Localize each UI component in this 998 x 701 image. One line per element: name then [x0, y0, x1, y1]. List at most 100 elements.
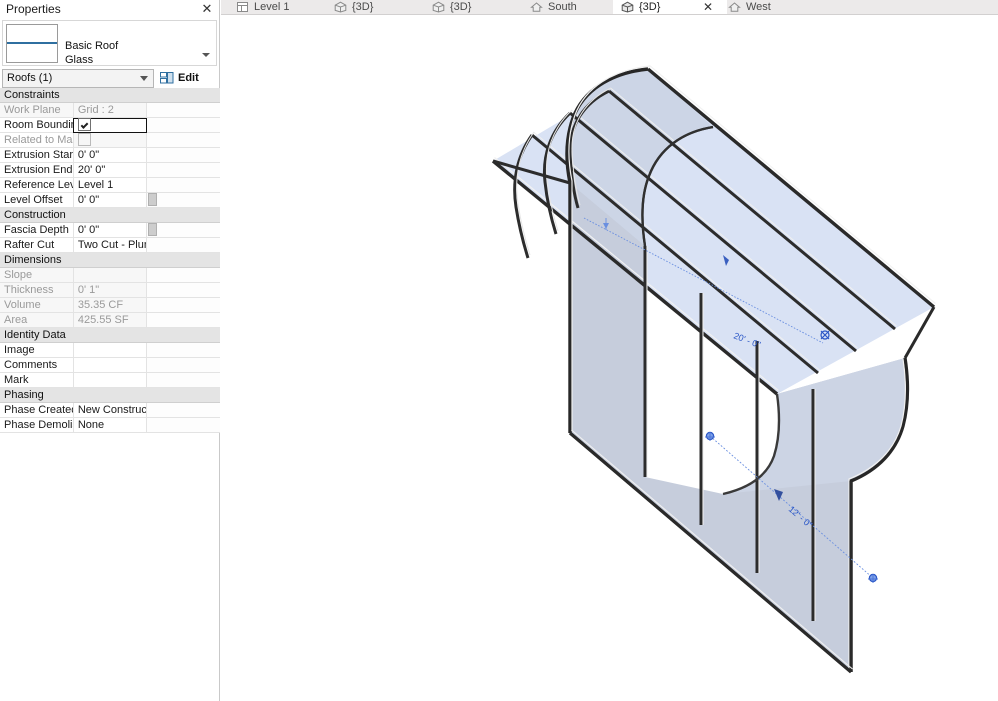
- row-spacer: [147, 178, 220, 193]
- group-label: Construction: [0, 208, 220, 223]
- property-value[interactable]: New Construction: [73, 403, 146, 418]
- property-value[interactable]: Level 1: [73, 178, 146, 193]
- property-group-header[interactable]: Construction: [0, 208, 220, 223]
- tab-3d-2[interactable]: {3D}: [424, 0, 471, 14]
- property-group-header[interactable]: Identity Data: [0, 328, 220, 343]
- view-tab-bar: Level 1 {3D} {3D} South: [221, 0, 998, 15]
- table-row[interactable]: Rafter Cut Two Cut - Plumb: [0, 238, 220, 253]
- type-selector[interactable]: Basic Roof Glass: [2, 20, 217, 66]
- table-row[interactable]: Level Offset 0' 0": [0, 193, 220, 208]
- tab-label: South: [548, 1, 577, 13]
- group-label: Dimensions: [0, 253, 220, 268]
- palette-scroll-thumb-2[interactable]: [148, 223, 157, 236]
- row-spacer: [147, 343, 220, 358]
- table-row[interactable]: Comments: [0, 358, 220, 373]
- tab-label: {3D}: [450, 1, 471, 13]
- property-value: [73, 133, 146, 148]
- house-3d-icon: [432, 1, 445, 13]
- type-name-label: Glass: [65, 53, 118, 67]
- tab-label: West: [746, 1, 771, 13]
- tab-label: Level 1: [254, 1, 289, 13]
- table-row[interactable]: Phase Created New Construction: [0, 403, 220, 418]
- elevation-icon: [728, 1, 741, 13]
- property-key: Rafter Cut: [0, 238, 73, 253]
- table-row[interactable]: Extrusion End 20' 0": [0, 163, 220, 178]
- property-key: Image: [0, 343, 73, 358]
- property-key: Extrusion End: [0, 163, 73, 178]
- properties-table-body: Constraints Work Plane Grid : 2 Room Bou…: [0, 88, 220, 433]
- row-spacer: [147, 118, 220, 133]
- property-key: Room Bounding: [0, 118, 73, 133]
- property-value[interactable]: [73, 343, 146, 358]
- type-family-label: Basic Roof: [65, 39, 118, 53]
- row-spacer[interactable]: [147, 223, 220, 238]
- chevron-down-icon: [140, 76, 148, 81]
- property-key: Phase Created: [0, 403, 73, 418]
- related-to-mass-checkbox: [78, 133, 91, 146]
- row-spacer: [147, 238, 220, 253]
- room-bounding-checkbox[interactable]: [78, 118, 91, 131]
- row-spacer: [147, 373, 220, 388]
- row-spacer: [147, 283, 220, 298]
- property-key: Area: [0, 313, 73, 328]
- property-value[interactable]: Two Cut - Plumb: [73, 238, 146, 253]
- group-label: Constraints: [0, 88, 220, 103]
- table-row: Thickness 0' 1": [0, 283, 220, 298]
- table-row[interactable]: Work Plane Grid : 2: [0, 103, 220, 118]
- edit-type-icon: [160, 72, 174, 84]
- tab-west[interactable]: West: [720, 0, 771, 14]
- tab-label: {3D}: [639, 1, 660, 13]
- close-icon[interactable]: ✕: [200, 1, 214, 17]
- group-label: Identity Data: [0, 328, 220, 343]
- row-spacer: [147, 133, 220, 148]
- property-value[interactable]: 0' 0": [73, 193, 146, 208]
- row-spacer: [147, 148, 220, 163]
- table-row[interactable]: Reference Level Level 1: [0, 178, 220, 193]
- tab-close-icon[interactable]: ✕: [701, 0, 715, 14]
- property-value[interactable]: [73, 358, 146, 373]
- revit-window: Properties ✕ Basic Roof Glass Roofs (1): [0, 0, 998, 701]
- table-row: Volume 35.35 CF: [0, 298, 220, 313]
- roof-render: 20' - 0" 12' - 0": [221, 15, 998, 701]
- table-row[interactable]: Room Bounding: [0, 118, 220, 133]
- table-row[interactable]: Mark: [0, 373, 220, 388]
- glass-barrel-vault-roof: 20' - 0" 12' - 0": [221, 15, 998, 701]
- tab-south[interactable]: South: [522, 0, 577, 14]
- 3d-view-canvas[interactable]: 20' - 0" 12' - 0": [221, 15, 998, 701]
- row-spacer[interactable]: [147, 193, 220, 208]
- property-key: Mark: [0, 373, 73, 388]
- property-group-header[interactable]: Constraints: [0, 88, 220, 103]
- property-group-header[interactable]: Dimensions: [0, 253, 220, 268]
- table-row[interactable]: Phase Demolished None: [0, 418, 220, 433]
- property-key: Slope: [0, 268, 73, 283]
- group-label: Phasing: [0, 388, 220, 403]
- property-value[interactable]: 20' 0": [73, 163, 146, 178]
- palette-scroll-thumb[interactable]: [148, 193, 157, 206]
- property-key: Comments: [0, 358, 73, 373]
- properties-table: Constraints Work Plane Grid : 2 Room Bou…: [0, 88, 220, 433]
- row-spacer: [147, 268, 220, 283]
- chevron-down-icon[interactable]: [202, 53, 210, 57]
- table-row: Slope: [0, 268, 220, 283]
- tab-3d-1[interactable]: {3D}: [326, 0, 373, 14]
- floor-plan-icon: [236, 1, 249, 13]
- tab-level-1[interactable]: Level 1: [228, 0, 289, 14]
- property-value: [73, 268, 146, 283]
- table-row[interactable]: Extrusion Start 0' 0": [0, 148, 220, 163]
- table-row[interactable]: Image: [0, 343, 220, 358]
- property-value[interactable]: 0' 0": [73, 223, 146, 238]
- property-value[interactable]: [73, 118, 146, 133]
- table-row[interactable]: Fascia Depth 0' 0": [0, 223, 220, 238]
- property-value[interactable]: None: [73, 418, 146, 433]
- page-title: Properties: [6, 2, 61, 16]
- property-value[interactable]: 0' 0": [73, 148, 146, 163]
- category-select[interactable]: Roofs (1): [2, 69, 154, 88]
- property-group-header[interactable]: Phasing: [0, 388, 220, 403]
- edit-type-button[interactable]: Edit Type: [160, 69, 217, 88]
- elevation-icon: [530, 1, 543, 13]
- property-value[interactable]: [73, 373, 146, 388]
- tab-label: {3D}: [352, 1, 373, 13]
- row-spacer: [147, 313, 220, 328]
- property-value: 0' 1": [73, 283, 146, 298]
- table-row: Related to Mass: [0, 133, 220, 148]
